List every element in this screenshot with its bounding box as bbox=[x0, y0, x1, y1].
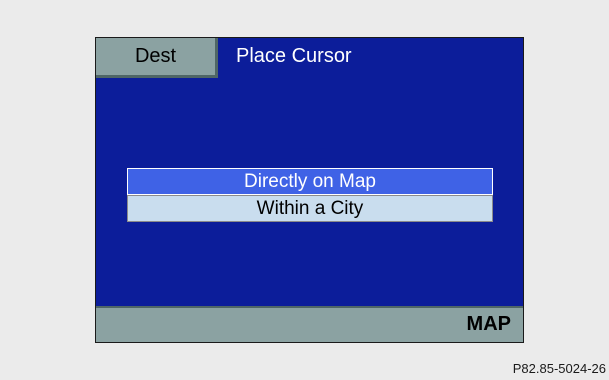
dest-tab-button[interactable]: Dest bbox=[96, 38, 218, 78]
figure-caption: P82.85-5024-26 bbox=[512, 361, 606, 376]
screen-title: Place Cursor bbox=[236, 45, 352, 67]
map-softkey-button[interactable]: MAP bbox=[467, 313, 511, 336]
menu-item-directly-on-map[interactable]: Directly on Map bbox=[127, 168, 493, 195]
menu-item-within-a-city[interactable]: Within a City bbox=[127, 195, 493, 222]
place-cursor-menu: Directly on Map Within a City bbox=[127, 168, 493, 222]
navigation-screen: Dest Place Cursor Directly on Map Within… bbox=[95, 37, 524, 343]
page: Dest Place Cursor Directly on Map Within… bbox=[0, 0, 609, 380]
softkey-bar: MAP bbox=[96, 306, 523, 342]
